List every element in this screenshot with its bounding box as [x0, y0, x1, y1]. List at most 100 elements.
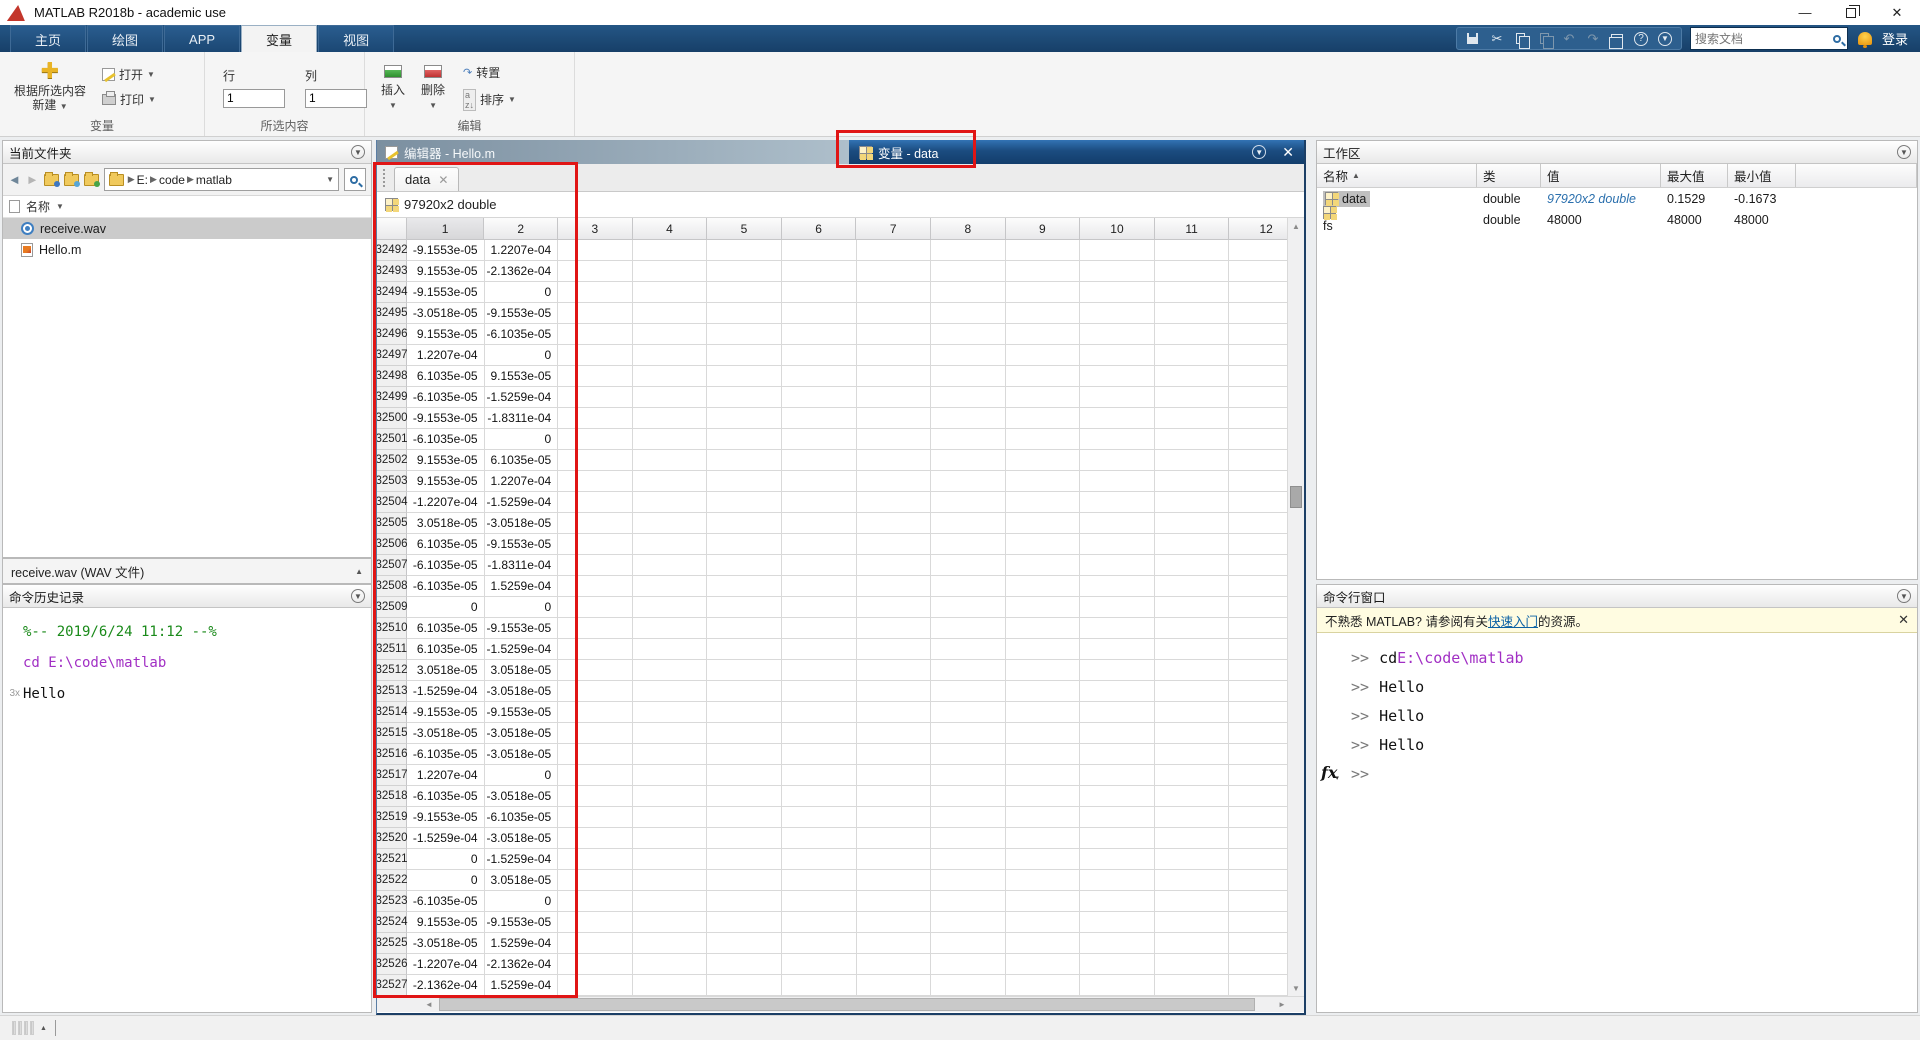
empty-cell[interactable]	[633, 702, 708, 723]
status-grip-arrow[interactable]: ▲	[40, 1025, 47, 1032]
empty-cell[interactable]	[1006, 240, 1081, 261]
empty-cell[interactable]	[857, 954, 932, 975]
empty-cell[interactable]	[857, 933, 932, 954]
empty-cell[interactable]	[782, 387, 857, 408]
empty-cell[interactable]	[707, 954, 782, 975]
empty-cell[interactable]	[1155, 240, 1230, 261]
workspace-column-最大值[interactable]: 最大值	[1661, 164, 1728, 187]
empty-cell[interactable]	[1155, 387, 1230, 408]
editor-title-tab[interactable]: 编辑器 - Hello.m	[377, 140, 849, 164]
empty-cell[interactable]	[1080, 576, 1155, 597]
empty-cell[interactable]	[633, 933, 708, 954]
empty-cell[interactable]	[931, 912, 1006, 933]
column-header-6[interactable]: 6	[782, 218, 857, 240]
empty-cell[interactable]	[857, 408, 932, 429]
empty-cell[interactable]	[633, 828, 708, 849]
empty-cell[interactable]	[1006, 534, 1081, 555]
empty-cell[interactable]	[1006, 891, 1081, 912]
empty-cell[interactable]	[931, 723, 1006, 744]
empty-cell[interactable]	[707, 450, 782, 471]
empty-cell[interactable]	[1155, 429, 1230, 450]
empty-cell[interactable]	[857, 702, 932, 723]
scroll-left-icon[interactable]: ◄	[421, 997, 437, 1012]
workspace-column-最小值[interactable]: 最小值	[1728, 164, 1796, 187]
empty-cell[interactable]	[931, 534, 1006, 555]
empty-cell[interactable]	[633, 975, 708, 996]
empty-cell[interactable]	[707, 933, 782, 954]
empty-cell[interactable]	[1006, 786, 1081, 807]
empty-cell[interactable]	[707, 786, 782, 807]
empty-cell[interactable]	[931, 282, 1006, 303]
empty-cell[interactable]	[782, 975, 857, 996]
empty-cell[interactable]	[1080, 618, 1155, 639]
empty-cell[interactable]	[782, 261, 857, 282]
empty-cell[interactable]	[633, 324, 708, 345]
empty-cell[interactable]	[707, 765, 782, 786]
empty-cell[interactable]	[707, 534, 782, 555]
empty-cell[interactable]	[1080, 492, 1155, 513]
empty-cell[interactable]	[633, 408, 708, 429]
scroll-right-icon[interactable]: ►	[1274, 997, 1290, 1012]
empty-cell[interactable]	[931, 828, 1006, 849]
transpose-button[interactable]: ↷转置	[463, 64, 516, 81]
empty-cell[interactable]	[1155, 765, 1230, 786]
panel-menu-icon[interactable]: ▼	[351, 589, 365, 603]
empty-cell[interactable]	[857, 786, 932, 807]
column-header-5[interactable]: 5	[707, 218, 782, 240]
empty-cell[interactable]	[1006, 975, 1081, 996]
empty-cell[interactable]	[633, 891, 708, 912]
empty-cell[interactable]	[857, 576, 932, 597]
empty-cell[interactable]	[1155, 870, 1230, 891]
breadcrumb[interactable]: ▶E:▶code▶matlab ▼	[104, 168, 339, 191]
empty-cell[interactable]	[633, 912, 708, 933]
undo-icon[interactable]: ↶	[1559, 30, 1579, 48]
empty-cell[interactable]	[782, 807, 857, 828]
empty-cell[interactable]	[707, 366, 782, 387]
empty-cell[interactable]	[707, 240, 782, 261]
empty-cell[interactable]	[857, 660, 932, 681]
empty-cell[interactable]	[857, 765, 932, 786]
empty-cell[interactable]	[1006, 723, 1081, 744]
breadcrumb-item-matlab[interactable]: matlab	[196, 173, 232, 187]
vertical-scrollbar[interactable]: ▲ ▼	[1287, 218, 1304, 996]
empty-cell[interactable]	[782, 555, 857, 576]
empty-cell[interactable]	[1155, 303, 1230, 324]
close-variable-window-icon[interactable]: ✕	[1282, 144, 1294, 161]
empty-cell[interactable]	[707, 513, 782, 534]
empty-cell[interactable]	[707, 408, 782, 429]
ribbon-tab-视图[interactable]: 视图	[318, 25, 394, 52]
workspace-column-名称[interactable]: 名称▲	[1317, 164, 1477, 187]
column-header-10[interactable]: 10	[1080, 218, 1155, 240]
empty-cell[interactable]	[931, 954, 1006, 975]
empty-cell[interactable]	[931, 597, 1006, 618]
scroll-up-icon[interactable]: ▲	[1288, 218, 1304, 234]
empty-cell[interactable]	[707, 576, 782, 597]
empty-cell[interactable]	[931, 618, 1006, 639]
horizontal-scrollbar[interactable]: ◄ ►	[377, 996, 1304, 1012]
empty-cell[interactable]	[1080, 303, 1155, 324]
empty-cell[interactable]	[931, 975, 1006, 996]
empty-cell[interactable]	[633, 345, 708, 366]
empty-cell[interactable]	[633, 744, 708, 765]
empty-cell[interactable]	[857, 345, 932, 366]
signin-link[interactable]: 登录	[1882, 29, 1908, 48]
banner-close-icon[interactable]: ✕	[1898, 612, 1909, 628]
empty-cell[interactable]	[1155, 450, 1230, 471]
empty-cell[interactable]	[857, 450, 932, 471]
empty-cell[interactable]	[1006, 618, 1081, 639]
empty-cell[interactable]	[1080, 765, 1155, 786]
empty-cell[interactable]	[633, 870, 708, 891]
empty-cell[interactable]	[1155, 282, 1230, 303]
empty-cell[interactable]	[1006, 471, 1081, 492]
empty-cell[interactable]	[782, 870, 857, 891]
empty-cell[interactable]	[1080, 744, 1155, 765]
empty-cell[interactable]	[1080, 555, 1155, 576]
file-row-Hello.m[interactable]: Hello.m	[3, 239, 371, 260]
empty-cell[interactable]	[707, 639, 782, 660]
empty-cell[interactable]	[931, 576, 1006, 597]
search-icon[interactable]	[1833, 35, 1841, 43]
empty-cell[interactable]	[1080, 282, 1155, 303]
empty-cell[interactable]	[782, 492, 857, 513]
empty-cell[interactable]	[633, 660, 708, 681]
empty-cell[interactable]	[633, 954, 708, 975]
